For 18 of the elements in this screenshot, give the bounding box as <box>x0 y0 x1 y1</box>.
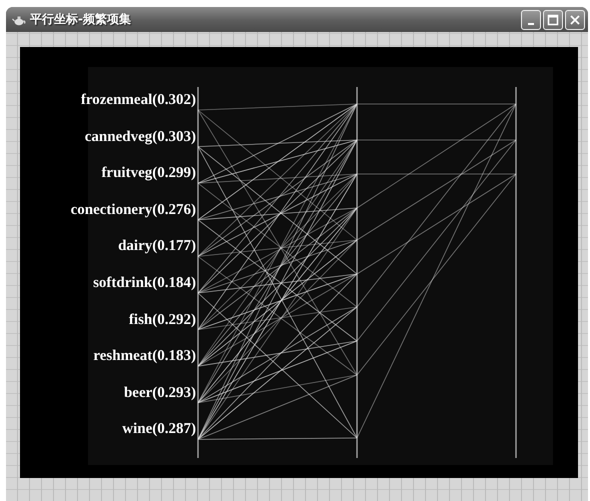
close-button[interactable] <box>565 10 585 30</box>
axis-label: fruitveg(0.299) <box>101 165 196 184</box>
axis-label: conectionery(0.276) <box>70 202 196 220</box>
minimize-icon <box>528 22 534 24</box>
maximize-icon <box>547 14 559 26</box>
axis-label: wine(0.287) <box>122 421 196 440</box>
axis-label: dairy(0.177) <box>118 238 196 256</box>
minimize-button[interactable] <box>521 10 541 30</box>
teapot-icon <box>12 14 26 26</box>
axis-label: cannedveg(0.303) <box>84 128 196 147</box>
axis-label: beer(0.293) <box>124 384 196 403</box>
axis-label: fish(0.292) <box>128 312 196 330</box>
axis-label: frozenmeal(0.302) <box>80 92 196 110</box>
window-title: 平行坐标-频繁项集 <box>30 11 131 28</box>
maximize-button[interactable] <box>543 10 563 30</box>
axis-label: reshmeat(0.183) <box>93 348 196 366</box>
close-icon <box>569 14 581 26</box>
axis-label: softdrink(0.184) <box>93 274 196 293</box>
